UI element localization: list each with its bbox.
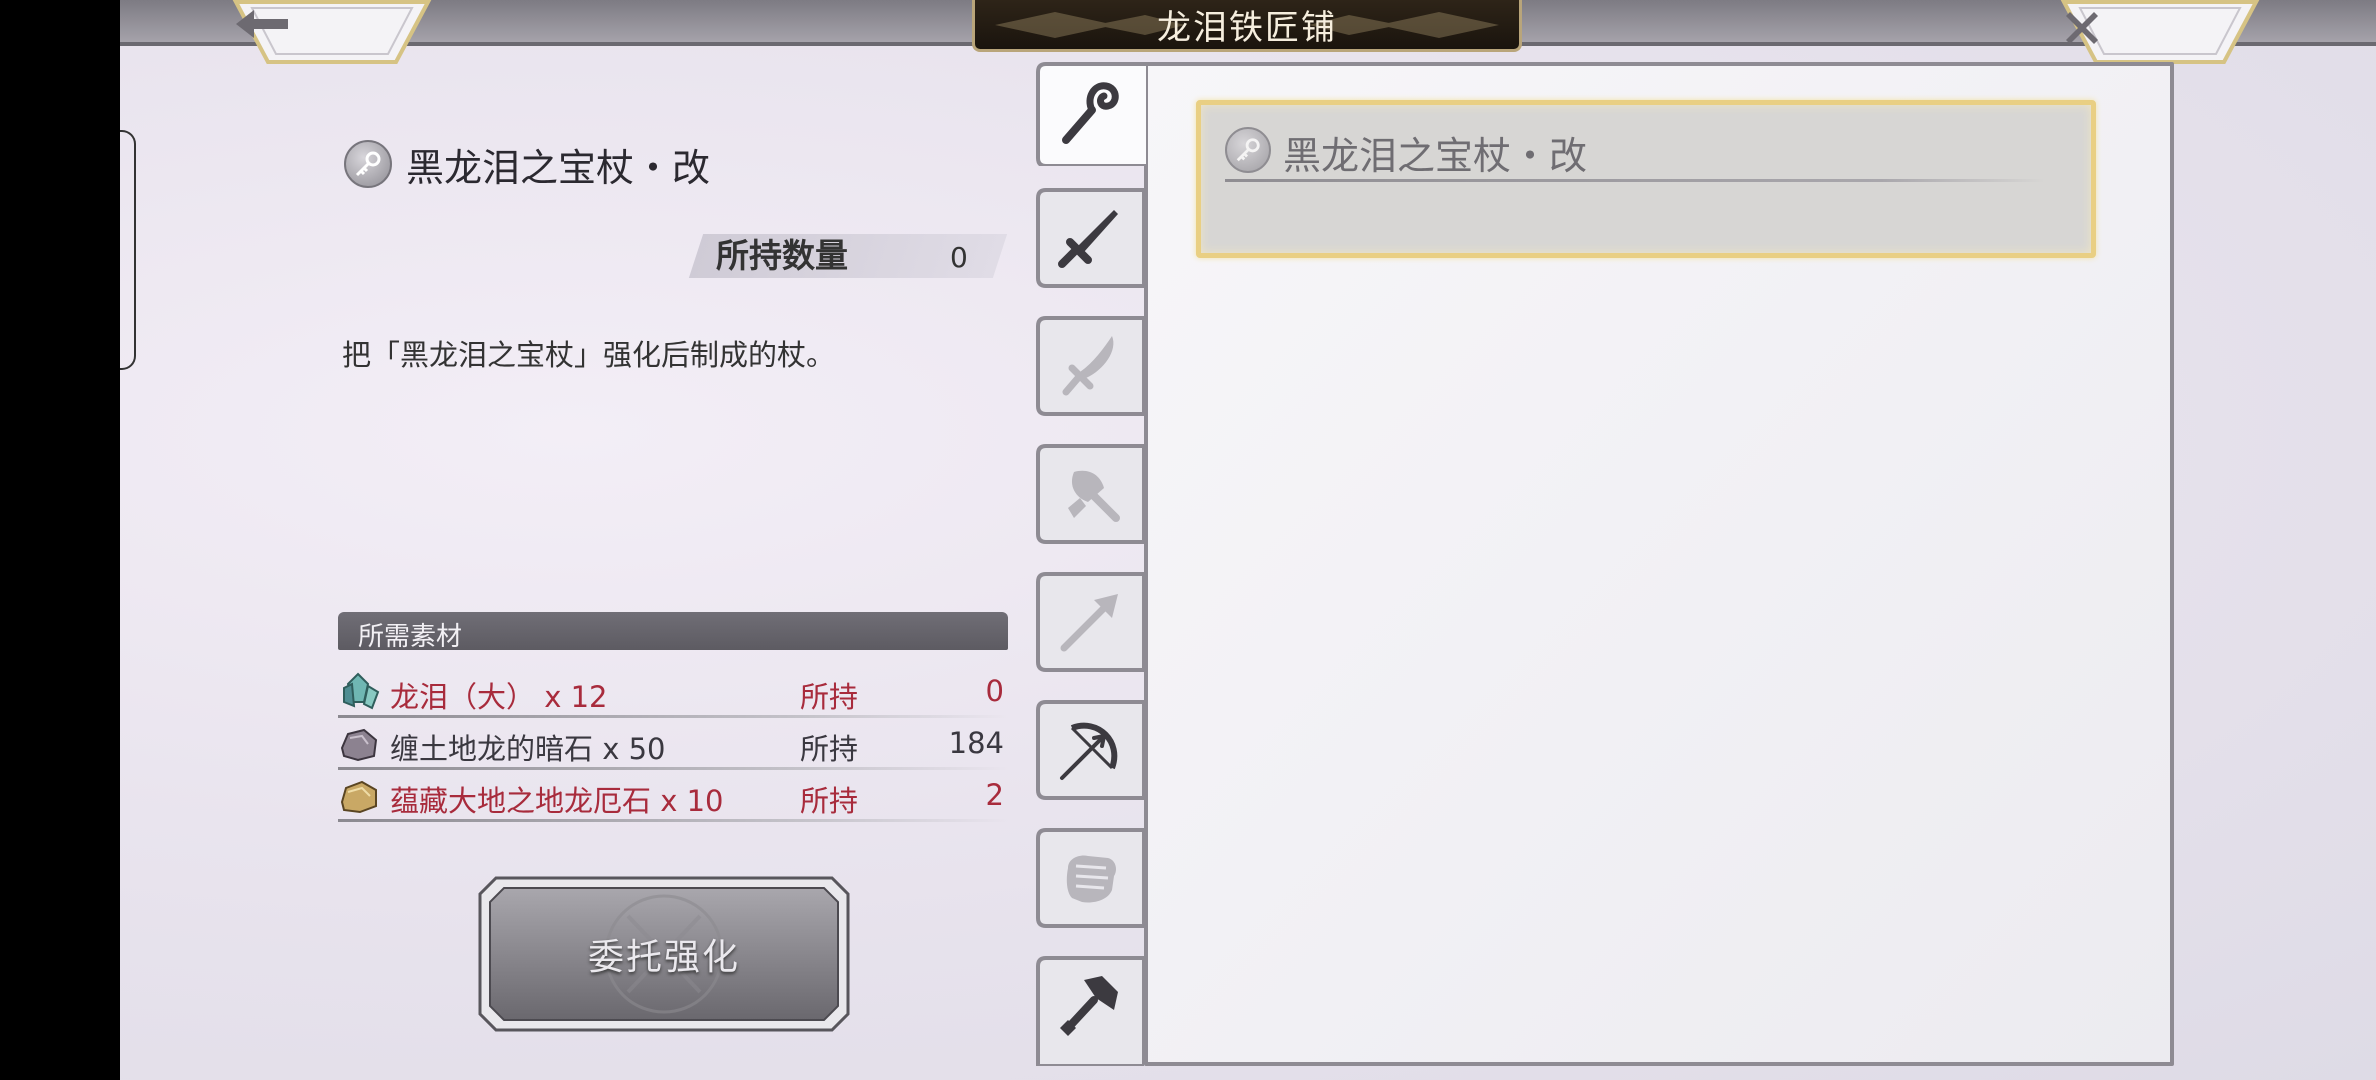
tab-hammer[interactable] (1036, 956, 1144, 1066)
earth-dragon-stone-icon (340, 780, 377, 814)
material-row: 龙泪（大） x 12 所持 0 (338, 668, 1008, 718)
item-name: 黑龙泪之宝杖・改 (406, 145, 711, 190)
tab-spear[interactable] (1036, 572, 1144, 672)
close-button[interactable] (2060, 0, 2260, 66)
owned-count-label: 所持数量 (716, 236, 848, 275)
hammer-icon (1060, 976, 1118, 1036)
materials-header: 所需素材 (338, 612, 1008, 652)
tab-sword[interactable] (1036, 188, 1144, 288)
item-description: 把「黑龙泪之宝杖」强化后制成的杖。 (342, 338, 836, 372)
material-hold-label: 所持 (800, 732, 859, 766)
key-icon (1225, 127, 1271, 173)
row-divider (338, 819, 1008, 822)
tab-fist[interactable] (1036, 828, 1144, 928)
axe-icon (1068, 470, 1120, 522)
tab-staff[interactable] (1036, 62, 1148, 166)
material-count: 0 (985, 674, 1004, 708)
spear-icon (1060, 594, 1118, 652)
list-item-divider (1225, 179, 2045, 182)
commission-enhance-label: 委托强化 (587, 937, 740, 978)
row-divider (338, 715, 1008, 718)
blacksmith-screen: 龙泪铁匠铺 黑龙泪之宝杖・改 所持数量 0 把「黑龙泪之宝杖」强化后制成的杖。 … (120, 0, 2376, 1080)
fist-icon (1066, 855, 1116, 903)
owned-count-value: 0 (950, 241, 968, 274)
list-item-name: 黑龙泪之宝杖・改 (1283, 134, 1588, 178)
material-name: 蕴藏大地之地龙厄石 x 10 (390, 784, 724, 818)
material-name: 龙泪（大） x 12 (390, 680, 608, 714)
materials-header-label: 所需素材 (358, 622, 463, 652)
tab-dagger[interactable] (1036, 316, 1144, 416)
material-row: 缠土地龙的暗石 x 50 所持 184 (338, 720, 1008, 770)
row-divider (338, 767, 1008, 770)
material-hold-label: 所持 (800, 784, 859, 818)
commission-enhance-button[interactable]: 委托强化 (478, 876, 850, 1032)
tab-bow[interactable] (1036, 700, 1144, 800)
back-arrow-icon (232, 6, 432, 56)
material-count: 2 (985, 778, 1004, 812)
tab-axe[interactable] (1036, 444, 1144, 544)
dragon-tear-crystal-icon (343, 672, 380, 710)
staff-icon (1062, 82, 1119, 144)
bow-icon (1060, 722, 1118, 780)
material-count: 184 (948, 726, 1004, 760)
title-plate: 龙泪铁匠铺 (972, 0, 1522, 52)
list-item[interactable]: 黑龙泪之宝杖・改 (1196, 100, 2096, 258)
dagger-icon (1062, 336, 1114, 396)
material-name: 缠土地龙的暗石 x 50 (390, 732, 666, 766)
page-title: 龙泪铁匠铺 (1157, 8, 1337, 48)
dark-stone-icon (340, 728, 378, 762)
sword-icon (1058, 210, 1118, 268)
back-button[interactable] (232, 0, 432, 66)
material-row: 蕴藏大地之地龙厄石 x 10 所持 2 (338, 772, 1008, 822)
screen-notch (120, 130, 136, 370)
key-icon (344, 140, 392, 188)
item-header: 黑龙泪之宝杖・改 (344, 136, 710, 192)
material-hold-label: 所持 (800, 680, 859, 714)
close-icon (2060, 6, 2260, 56)
